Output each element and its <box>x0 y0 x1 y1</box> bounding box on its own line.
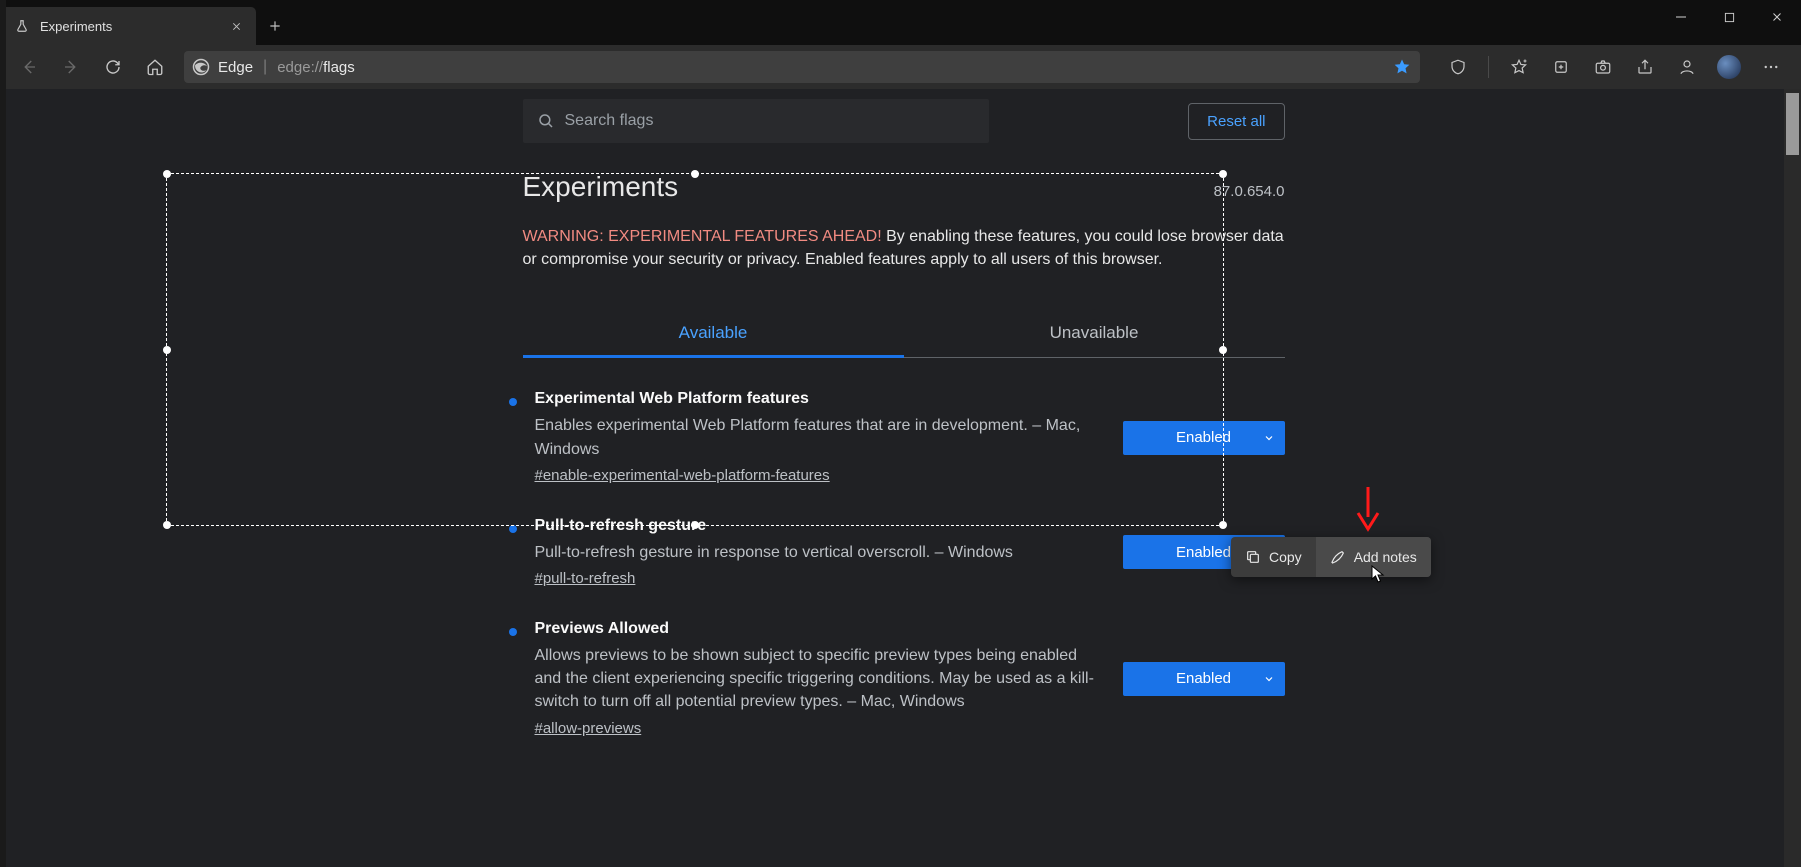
favorite-star-icon[interactable] <box>1392 57 1412 77</box>
flag-state-label: Enabled <box>1176 429 1231 446</box>
flag-state-label: Enabled <box>1176 544 1231 561</box>
flag-state-label: Enabled <box>1176 670 1231 687</box>
browser-tab[interactable]: Experiments <box>0 7 256 45</box>
window-controls <box>1657 0 1801 34</box>
flag-anchor-link[interactable]: #pull-to-refresh <box>535 570 636 587</box>
screenshot-icon[interactable] <box>1583 49 1623 85</box>
tab-available[interactable]: Available <box>523 311 904 357</box>
maximize-button[interactable] <box>1705 0 1753 34</box>
page-content: Reset all Experiments 87.0.654.0 WARNING… <box>6 89 1801 867</box>
close-window-button[interactable] <box>1753 0 1801 34</box>
copy-label: Copy <box>1269 549 1302 565</box>
warning-text: WARNING: EXPERIMENTAL FEATURES AHEAD! By… <box>523 225 1285 271</box>
flag-anchor-link[interactable]: #allow-previews <box>535 720 642 737</box>
refresh-button[interactable] <box>94 49 132 85</box>
flag-anchor-link[interactable]: #enable-experimental-web-platform-featur… <box>535 467 830 484</box>
tabs: Available Unavailable <box>523 311 1285 358</box>
flag-title: Experimental Web Platform features <box>535 390 1105 408</box>
modified-dot-icon <box>509 628 517 636</box>
edge-logo-icon <box>192 58 210 76</box>
site-identity[interactable]: Edge <box>192 58 253 76</box>
search-icon <box>537 112 555 130</box>
chevron-down-icon <box>1263 432 1275 444</box>
address-separator: | <box>263 58 267 76</box>
avatar-image <box>1717 55 1741 79</box>
tab-title: Experiments <box>40 19 218 34</box>
favorites-icon[interactable] <box>1499 49 1539 85</box>
scrollbar-track[interactable] <box>1784 89 1801 867</box>
modified-dot-icon <box>509 525 517 533</box>
more-menu-button[interactable] <box>1751 49 1791 85</box>
toolbar-row: Edge | edge://flags <box>0 45 1801 89</box>
address-url: edge://flags <box>277 59 355 76</box>
chevron-down-icon <box>1263 673 1275 685</box>
share-icon[interactable] <box>1625 49 1665 85</box>
toolbar-separator <box>1488 56 1489 78</box>
search-flags-input[interactable] <box>565 112 975 130</box>
shield-icon[interactable] <box>1438 49 1478 85</box>
back-button[interactable] <box>10 49 48 85</box>
version-label: 87.0.654.0 <box>1214 183 1285 200</box>
collections-icon[interactable] <box>1541 49 1581 85</box>
screenshot-action-toolbar: Copy Add notes <box>1231 537 1431 577</box>
add-notes-button[interactable]: Add notes <box>1316 537 1431 577</box>
tab-close-button[interactable] <box>228 18 244 34</box>
flag-description: Enables experimental Web Platform featur… <box>535 414 1105 460</box>
forward-button[interactable] <box>52 49 90 85</box>
title-bar: Experiments <box>0 0 1801 45</box>
tab-unavailable[interactable]: Unavailable <box>904 311 1285 357</box>
add-notes-label: Add notes <box>1354 549 1417 565</box>
person-icon[interactable] <box>1667 49 1707 85</box>
page-title: Experiments <box>523 171 679 203</box>
reset-all-button[interactable]: Reset all <box>1188 103 1284 140</box>
site-identity-label: Edge <box>218 59 253 76</box>
new-tab-button[interactable] <box>256 7 294 45</box>
minimize-button[interactable] <box>1657 0 1705 34</box>
scrollbar-thumb[interactable] <box>1786 93 1799 155</box>
profile-avatar[interactable] <box>1709 49 1749 85</box>
address-bar[interactable]: Edge | edge://flags <box>184 51 1420 83</box>
pen-icon <box>1330 549 1346 565</box>
flag-description: Pull-to-refresh gesture in response to v… <box>535 541 1105 564</box>
flag-row: Previews Allowed Allows previews to be s… <box>523 588 1285 738</box>
flag-title: Pull-to-refresh gesture <box>535 517 1105 535</box>
flag-row: Pull-to-refresh gesture Pull-to-refresh … <box>523 485 1285 588</box>
home-button[interactable] <box>136 49 174 85</box>
flag-state-dropdown[interactable]: Enabled <box>1123 662 1285 696</box>
flask-icon <box>14 18 30 34</box>
modified-dot-icon <box>509 398 517 406</box>
toolbar-right-icons <box>1438 49 1791 85</box>
copy-icon <box>1245 549 1261 565</box>
flag-row: Experimental Web Platform features Enabl… <box>523 358 1285 484</box>
search-flags-box[interactable] <box>523 99 989 143</box>
flag-description: Allows previews to be shown subject to s… <box>535 644 1105 714</box>
copy-button[interactable]: Copy <box>1231 537 1316 577</box>
flag-state-dropdown[interactable]: Enabled <box>1123 421 1285 455</box>
flag-title: Previews Allowed <box>535 620 1105 638</box>
